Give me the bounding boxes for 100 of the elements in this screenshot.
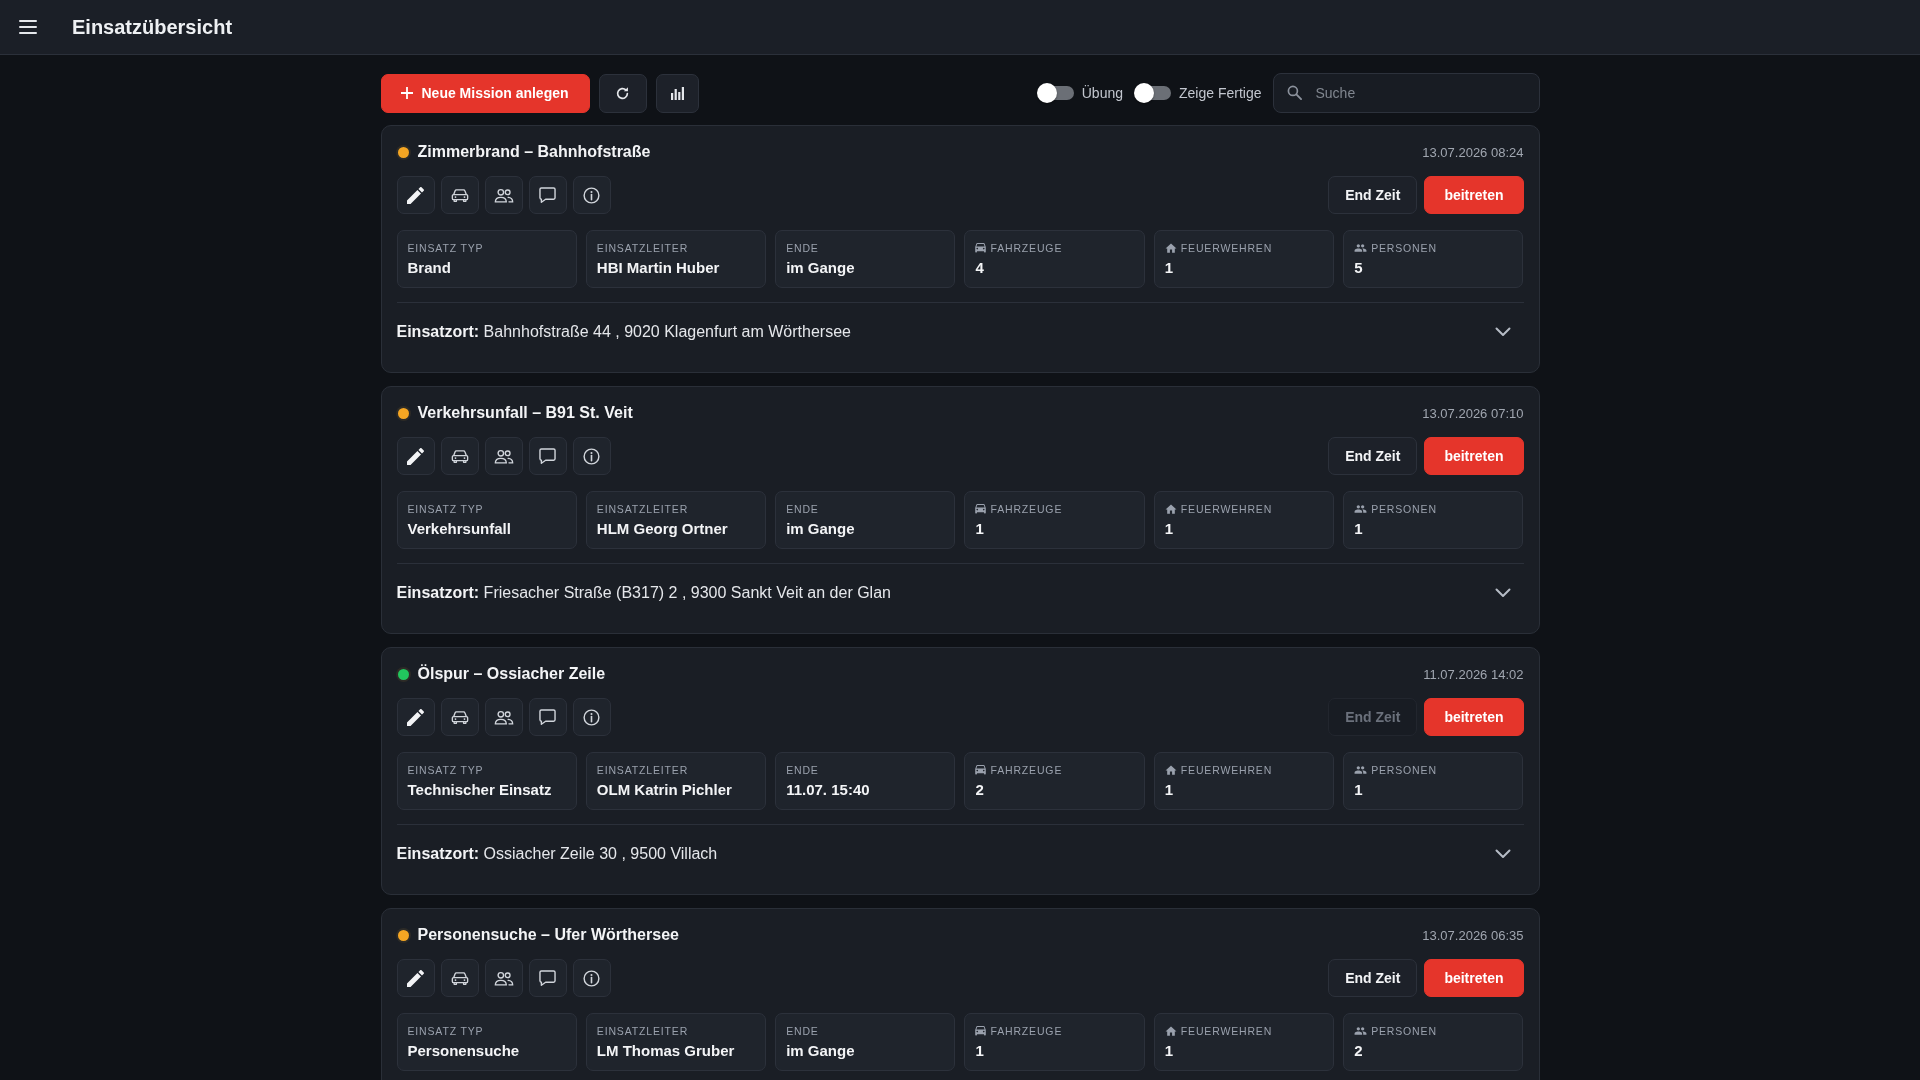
toggle-switch[interactable]	[1134, 83, 1171, 103]
timestamp: 11.07.2026 14:02	[1423, 666, 1524, 682]
pencil-icon	[407, 186, 424, 204]
info-button[interactable]	[572, 698, 611, 736]
mission-title: Zimmerbrand – Bahnhofstraße	[417, 143, 651, 161]
tile-label: EINSATZ TYP	[407, 503, 484, 515]
info-button[interactable]	[572, 176, 611, 214]
tile-label: ENDE	[786, 1025, 819, 1037]
tile-value: 1	[975, 520, 985, 537]
people-button[interactable]	[484, 698, 523, 736]
tile-label: FAHRZEUGE	[990, 242, 1063, 254]
tile-value: Verkehrsunfall	[407, 520, 512, 537]
comments-button[interactable]	[528, 959, 567, 997]
tile-value: LM Thomas Gruber	[596, 1042, 736, 1059]
end-time-button[interactable]: End Zeit	[1328, 437, 1418, 475]
speech-bubble-icon	[539, 187, 556, 203]
chevron-icon	[1494, 849, 1511, 859]
edit-button[interactable]	[396, 176, 435, 214]
info-icon	[583, 969, 600, 987]
people-button[interactable]	[484, 437, 523, 475]
location-text: Einsatzort: Friesacher Straße (B317) 2 , 9300 Sankt Veit an der Glan	[396, 584, 891, 602]
edit-button[interactable]	[396, 959, 435, 997]
chevron-icon	[1494, 588, 1511, 598]
tile-label: ENDE	[786, 242, 819, 254]
vehicles-button[interactable]	[440, 698, 479, 736]
menu-icon[interactable]	[19, 20, 37, 34]
tile-label: FEUERWEHREN	[1180, 503, 1273, 515]
tile-value: 2	[975, 781, 985, 798]
tile-label: EINSATZ TYP	[407, 764, 484, 776]
house-icon	[1164, 503, 1177, 515]
tile-label: PERSONEN	[1371, 242, 1437, 254]
speech-bubble-icon	[539, 709, 556, 725]
toggle-switch[interactable]	[1036, 83, 1074, 103]
plus-icon	[400, 87, 413, 99]
info-icon	[583, 186, 600, 204]
tile-value: HBI Martin Huber	[596, 259, 721, 276]
pencil-icon	[407, 708, 424, 726]
pencil-icon	[407, 447, 424, 465]
car-icon	[450, 970, 469, 986]
people-icon	[1354, 243, 1368, 253]
people-icon	[493, 448, 514, 464]
join-button[interactable]: beitreten	[1424, 959, 1524, 997]
people-button[interactable]	[484, 959, 523, 997]
info-button[interactable]	[572, 437, 611, 475]
pencil-icon	[407, 969, 424, 987]
vehicles-button[interactable]	[440, 437, 479, 475]
tile-value: Technischer Einsatz	[407, 781, 553, 798]
search-field[interactable]: Suche	[1272, 73, 1540, 113]
tile-label: PERSONEN	[1371, 503, 1437, 515]
tile-value: HLM Georg Ortner	[596, 520, 729, 537]
tile-value: 1	[975, 1042, 985, 1059]
car-icon	[450, 709, 469, 725]
car-icon	[450, 187, 469, 203]
join-button[interactable]: beitreten	[1424, 698, 1524, 736]
people-icon	[493, 187, 514, 203]
comments-button[interactable]	[528, 698, 567, 736]
join-button[interactable]: beitreten	[1424, 437, 1524, 475]
people-icon	[493, 709, 514, 725]
refresh-icon	[615, 85, 631, 101]
tile-label: FAHRZEUGE	[990, 503, 1063, 515]
tile-label: EINSATZLEITER	[596, 503, 689, 515]
vehicles-button[interactable]	[440, 176, 479, 214]
refresh-button[interactable]	[598, 73, 647, 113]
tile-label: FAHRZEUGE	[990, 1025, 1063, 1037]
tile-value: 1	[1354, 520, 1364, 537]
info-button[interactable]	[572, 959, 611, 997]
tile-label: FEUERWEHREN	[1180, 242, 1273, 254]
timestamp: 13.07.2026 06:35	[1422, 927, 1524, 943]
info-icon	[583, 708, 600, 726]
statistics-button[interactable]	[655, 73, 699, 113]
edit-button[interactable]	[396, 698, 435, 736]
tile-label: EINSATZLEITER	[596, 1025, 689, 1037]
end-time-button[interactable]: End Zeit	[1328, 176, 1418, 214]
edit-button[interactable]	[396, 437, 435, 475]
people-icon	[1354, 765, 1368, 775]
people-button[interactable]	[484, 176, 523, 214]
tile-value: 2	[1354, 1042, 1364, 1059]
tile-label: PERSONEN	[1371, 764, 1437, 776]
tile-value: 5	[1354, 259, 1364, 276]
end-time-button[interactable]: End Zeit	[1328, 959, 1418, 997]
chevron-icon	[1494, 327, 1511, 337]
vehicles-button[interactable]	[440, 959, 479, 997]
tile-value: 1	[1164, 781, 1175, 798]
car-icon	[975, 243, 987, 253]
speech-bubble-icon	[539, 970, 556, 986]
comments-button[interactable]	[528, 437, 567, 475]
search-icon	[1286, 85, 1302, 100]
mission-title: Personensuche – Ufer Wörthersee	[417, 926, 679, 944]
tile-value: im Gange	[786, 520, 856, 537]
tile-value: 1	[1164, 1042, 1175, 1059]
new-mission-button[interactable]: Neue Mission anlegen	[380, 73, 590, 113]
tile-label: FEUERWEHREN	[1180, 1025, 1273, 1037]
tile-label: EINSATZLEITER	[596, 764, 689, 776]
house-icon	[1164, 764, 1177, 776]
comments-button[interactable]	[528, 176, 567, 214]
tile-value: 1	[1164, 520, 1175, 537]
house-icon	[1164, 242, 1177, 254]
toggle-label: Zeige Fertige	[1179, 85, 1262, 101]
location-text: Einsatzort: Ossiacher Zeile 30 , 9500 Villach	[396, 845, 718, 863]
join-button[interactable]: beitreten	[1424, 176, 1524, 214]
